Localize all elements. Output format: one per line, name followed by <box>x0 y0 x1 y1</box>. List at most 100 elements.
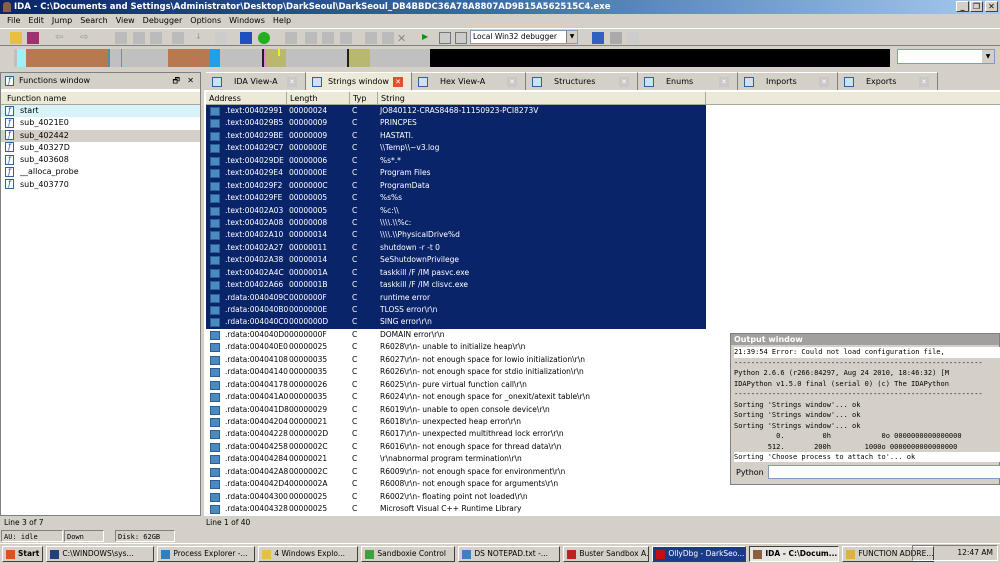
function-name-header[interactable]: Function name <box>1 92 200 105</box>
breakpoint2-icon[interactable] <box>365 32 377 44</box>
tab-hex-view-a[interactable]: Hex View-A ✕ <box>412 72 526 90</box>
detach-icon[interactable] <box>627 32 639 44</box>
table-row[interactable]: .text:00402A4C 0000001A Ctaskkill /F /IM p… <box>206 266 1000 280</box>
taskbar-item[interactable]: Process Explorer -... <box>157 545 256 562</box>
col-type[interactable]: Typ <box>350 92 378 105</box>
close-icon[interactable]: ✕ <box>719 77 729 87</box>
close-icon[interactable]: ✕ <box>619 77 629 87</box>
col-string[interactable]: String <box>378 92 706 105</box>
menu-search[interactable]: Search <box>76 14 111 28</box>
table-row[interactable]: .text:00402A10 00000014 C \\\\.\\PhysicalDr… <box>206 229 1000 243</box>
table-row[interactable]: .text:004029E4 0000000E C Program Files <box>206 167 1000 181</box>
function-item[interactable]: f sub_403770 <box>1 179 200 191</box>
table-row[interactable]: .rdata:0040409C 0000000F Cruntime error <box>206 291 1000 305</box>
copy-icon[interactable] <box>115 32 127 44</box>
windows-icon[interactable] <box>592 32 604 44</box>
tab-strings-window[interactable]: Strings window ✕ <box>306 72 412 90</box>
table-row[interactable]: .text:00402A03 00000005 C %c:\\ <box>206 204 1000 218</box>
delete-icon[interactable]: ✕ <box>397 32 409 45</box>
tab-structures[interactable]: Structures ✕ <box>526 72 638 90</box>
back-icon[interactable]: ⇦ <box>55 32 67 44</box>
tab-exports[interactable]: Exports ✕ <box>838 72 938 90</box>
table-row[interactable]: .text:00402A38 00000014 C SeShutdownPrivile… <box>206 254 1000 268</box>
restore-button[interactable]: ❐ <box>970 1 983 12</box>
stop-icon[interactable] <box>455 32 467 44</box>
table-row[interactable]: .text:00402A27 00000011 Cshutdown -r -t 0 <box>206 241 1000 255</box>
function-item[interactable]: f start <box>1 105 200 118</box>
copy-hex-icon[interactable] <box>150 32 162 44</box>
down-arrow-icon[interactable]: ↓ <box>195 32 207 44</box>
chart3-icon[interactable] <box>322 32 334 44</box>
taskbar-item[interactable]: IDA - C:\Docum... <box>749 545 840 562</box>
chart2-icon[interactable] <box>305 32 317 44</box>
copy-text-icon[interactable] <box>133 32 145 44</box>
table-row[interactable]: .text:00402991 00000024 C JO840112-CRAS8468… <box>206 105 1000 118</box>
menu-edit[interactable]: Edit <box>24 14 48 28</box>
start-button[interactable]: Start <box>2 545 44 562</box>
function-item[interactable]: f sub_403608 <box>1 154 200 166</box>
menu-debugger[interactable]: Debugger <box>139 14 187 28</box>
menu-windows[interactable]: Windows <box>225 14 269 28</box>
table-row[interactable]: .rdata:004040C0 0000000D C SING error\r\n <box>206 316 1000 330</box>
menu-file[interactable]: File <box>3 14 24 28</box>
close-icon[interactable]: ✕ <box>187 73 194 89</box>
save-icon[interactable] <box>27 32 39 44</box>
paste-icon[interactable] <box>172 32 184 44</box>
close-icon[interactable]: ✕ <box>919 77 929 87</box>
tab-ida-view-a[interactable]: IDA View-A ✕ <box>206 72 306 90</box>
table-row[interactable]: .text:004029BE 00000009 C HASTATI. <box>206 129 1000 143</box>
open-icon[interactable] <box>10 32 22 44</box>
ida-view-icon[interactable] <box>240 32 252 44</box>
close-icon[interactable]: ✕ <box>507 77 517 87</box>
table-row[interactable]: .text:004029FE 00000005 C %s%s <box>206 192 1000 205</box>
graph-icon[interactable] <box>215 32 227 44</box>
function-item[interactable]: f sub_402442 <box>1 129 200 142</box>
menu-options[interactable]: Options <box>186 14 225 28</box>
forward-icon[interactable]: ⇨ <box>80 32 92 44</box>
table-row[interactable]: .text:00402A08 00000008 C \\\\.\\%c: <box>206 216 1000 230</box>
python-input[interactable] <box>768 465 1000 479</box>
table-row[interactable]: .text:004029C7 0000000E C \\Temp\\~v3.log <box>206 142 1000 156</box>
run-icon[interactable]: ▶ <box>422 32 434 44</box>
menu-view[interactable]: View <box>112 14 139 28</box>
table-row[interactable]: .text:004029B5 00000009 C PRINCPES <box>206 117 1000 131</box>
table-row[interactable]: .text:004029DE 00000006 C %s*.* <box>206 154 1000 168</box>
chart-icon[interactable] <box>285 32 297 44</box>
taskbar-item[interactable]: C:\WINDOWS\sys... <box>46 545 155 562</box>
navigation-band[interactable] <box>14 49 890 67</box>
taskbar-item[interactable]: Buster Sandbox A... <box>563 545 650 562</box>
table-row[interactable]: .text:00402A66 0000001B Ctaskkill /F /IM c… <box>206 279 1000 293</box>
breakpoint-icon[interactable] <box>340 32 352 44</box>
chevron-down-icon[interactable]: ▼ <box>982 50 994 63</box>
pause-icon[interactable] <box>439 32 451 44</box>
taskbar-item[interactable]: Sandboxie Control <box>361 545 456 562</box>
taskbar-item[interactable]: 4 Windows Explo... <box>258 545 359 562</box>
debugger-select[interactable]: Local Win32 debugger ▼ <box>470 30 578 44</box>
function-item[interactable]: f __alloca_probe <box>1 166 200 178</box>
menu-jump[interactable]: Jump <box>48 14 76 28</box>
taskbar-item[interactable]: DS NOTEPAD.txt -... <box>458 545 561 562</box>
float-icon[interactable]: 🗗 <box>172 73 180 89</box>
col-length[interactable]: Length <box>287 92 350 105</box>
chevron-down-icon[interactable]: ▼ <box>566 31 577 43</box>
edit-icon[interactable] <box>382 32 394 44</box>
attach-icon[interactable] <box>610 32 622 44</box>
minimize-button[interactable]: _ <box>956 1 969 12</box>
table-row[interactable]: .text:004029F2 0000000C C ProgramData <box>206 179 1000 193</box>
nav-combo[interactable]: ▼ <box>897 49 995 64</box>
table-row[interactable]: .rdata:004040B0 0000000E C TLOSS error\r\n <box>206 304 1000 317</box>
close-icon[interactable]: ✕ <box>819 77 829 87</box>
col-address[interactable]: Address <box>206 92 287 105</box>
menu-help[interactable]: Help <box>269 14 295 28</box>
close-button[interactable]: ✕ <box>985 1 998 12</box>
table-row[interactable]: .rdata:00404328 00000025 C Microsoft Visual… <box>206 503 1000 515</box>
tab-enums[interactable]: Enums ✕ <box>638 72 738 90</box>
close-icon[interactable]: ✕ <box>287 77 297 87</box>
function-item[interactable]: f sub_4021E0 <box>1 117 200 129</box>
green-circle-icon[interactable] <box>258 32 270 44</box>
table-row[interactable]: .rdata:00404300 00000025 C R6002\r\n- float… <box>206 491 1000 503</box>
close-icon[interactable]: ✕ <box>393 77 403 87</box>
function-item[interactable]: f sub_40327D <box>1 142 200 154</box>
tab-imports[interactable]: Imports ✕ <box>738 72 838 90</box>
taskbar-item[interactable]: OllyDbg - DarkSeo... <box>652 545 747 562</box>
